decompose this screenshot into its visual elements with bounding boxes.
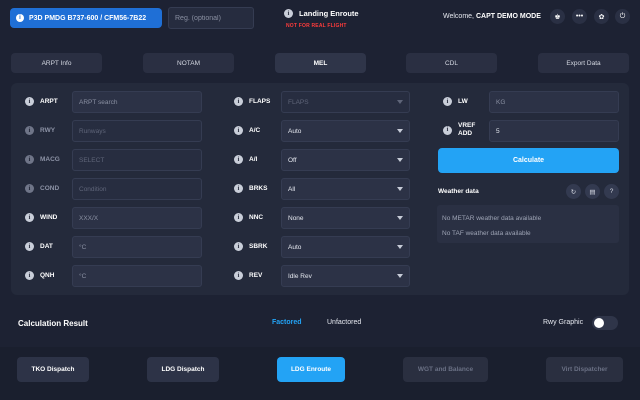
info-icon: i (25, 126, 34, 135)
arpt-label: i ARPT (25, 97, 58, 106)
info-icon[interactable]: i (234, 213, 243, 222)
tab-mel[interactable]: MEL (275, 53, 366, 73)
vref-add-input[interactable]: 5 (489, 120, 619, 142)
ai-select[interactable]: Off (281, 149, 410, 171)
chevron-down-icon (397, 187, 403, 191)
ldg-enroute-button[interactable]: LDG Enroute (277, 357, 345, 382)
weather-box: No METAR weather data available No TAF w… (437, 205, 619, 243)
brks-select[interactable]: All (281, 178, 410, 200)
sbrk-label: i SBRK (234, 242, 267, 251)
info-icon[interactable]: i (234, 126, 243, 135)
info-icon[interactable]: i (443, 125, 452, 135)
info-icon[interactable]: i (25, 271, 34, 280)
tab-export-data[interactable]: Export Data (538, 53, 629, 73)
chevron-down-icon (397, 216, 403, 220)
info-icon[interactable]: i (25, 213, 34, 222)
taf-text: No TAF weather data available (442, 230, 531, 237)
lw-label: i LW (443, 97, 468, 106)
rwy-label: i RWY (25, 126, 55, 135)
metar-text: No METAR weather data available (442, 215, 542, 222)
help-icon[interactable]: ? (604, 184, 619, 199)
warning-text: NOT FOR REAL FLIGHT (286, 23, 347, 29)
virt-dispatcher-button[interactable]: Virt Dispatcher (546, 357, 623, 382)
aircraft-label: P3D PMDG B737-600 / CFM56-7B22 (29, 14, 147, 22)
more-icon[interactable]: ••• (572, 9, 587, 24)
unfactored-toggle[interactable]: Unfactored (327, 319, 361, 326)
info-icon[interactable]: i (284, 9, 293, 18)
weather-title: Weather data (438, 188, 479, 195)
mode-title: i Landing Enroute (284, 9, 359, 18)
tab-cdl[interactable]: CDL (406, 53, 497, 73)
rwy-graphic-label: Rwy Graphic (543, 319, 584, 326)
dat-input[interactable]: °C (72, 236, 202, 258)
ai-label: i A/I (234, 155, 257, 164)
ldg-dispatch-button[interactable]: LDG Dispatch (147, 357, 219, 382)
chevron-down-icon (397, 158, 403, 162)
condition-select[interactable]: Condition (72, 178, 202, 200)
vref-add-label: i VREF ADD (443, 122, 475, 138)
info-icon: i (25, 184, 34, 193)
registration-input[interactable] (168, 7, 254, 29)
info-icon[interactable]: i (25, 97, 34, 106)
user-name: CAPT DEMO MODE (475, 13, 541, 20)
brks-label: i BRKS (234, 184, 267, 193)
chevron-down-icon (397, 129, 403, 133)
info-icon[interactable]: i (25, 242, 34, 251)
info-icon[interactable]: i (234, 271, 243, 280)
tko-dispatch-button[interactable]: TKO Dispatch (17, 357, 89, 382)
wind-input[interactable]: XXX/X (72, 207, 202, 229)
wind-label: i WIND (25, 213, 57, 222)
mode-title-text: Landing Enroute (299, 9, 359, 18)
chevron-down-icon (397, 100, 403, 104)
chevron-down-icon (397, 245, 403, 249)
runway-select[interactable]: Runways (72, 120, 202, 142)
calculation-result-title: Calculation Result (18, 319, 88, 328)
info-icon[interactable]: i (234, 155, 243, 164)
info-icon[interactable]: i (234, 97, 243, 106)
qnh-label: i QNH (25, 271, 54, 280)
tab-arpt-info[interactable]: ARPT Info (11, 53, 102, 73)
cond-label: i COND (25, 184, 59, 193)
welcome-prefix: Welcome, (443, 13, 474, 20)
nnc-label: i NNC (234, 213, 263, 222)
tab-notam[interactable]: NOTAM (143, 53, 234, 73)
info-icon: i (25, 155, 34, 164)
factored-toggle[interactable]: Factored (272, 319, 302, 326)
rev-label: i REV (234, 271, 262, 280)
ac-label: i A/C (234, 126, 260, 135)
welcome-text: Welcome, CAPT DEMO MODE (443, 13, 541, 20)
arpt-search-input[interactable]: ARPT search (72, 91, 202, 113)
macg-select[interactable]: SELECT (72, 149, 202, 171)
qnh-input[interactable]: °C (72, 265, 202, 287)
info-icon[interactable]: i (443, 97, 452, 106)
wgt-balance-button[interactable]: WGT and Balance (403, 357, 488, 382)
aircraft-selector-button[interactable]: i P3D PMDG B737-600 / CFM56-7B22 (10, 8, 162, 28)
flaps-select[interactable]: FLAPS (281, 91, 410, 113)
settings-icon[interactable]: ✿ (594, 9, 609, 24)
refresh-icon[interactable]: ↻ (566, 184, 581, 199)
sbrk-select[interactable]: Auto (281, 236, 410, 258)
printer-icon[interactable]: ▤ (585, 184, 600, 199)
rwy-graphic-switch[interactable] (592, 316, 618, 330)
trophy-icon[interactable]: ♚ (550, 9, 565, 24)
landing-weight-input[interactable]: KG (489, 91, 619, 113)
dat-label: i DAT (25, 242, 53, 251)
flaps-label: i FLAPS (234, 97, 270, 106)
ac-select[interactable]: Auto (281, 120, 410, 142)
info-icon: i (16, 14, 24, 22)
nnc-select[interactable]: None (281, 207, 410, 229)
logout-icon[interactable]: ⏻ (615, 9, 630, 24)
calculate-button[interactable]: Calculate (438, 148, 619, 173)
info-icon[interactable]: i (234, 184, 243, 193)
rev-select[interactable]: Idle Rev (281, 265, 410, 287)
chevron-down-icon (397, 274, 403, 278)
info-icon[interactable]: i (234, 242, 243, 251)
switch-knob (594, 318, 604, 328)
macg-label: i MACG (25, 155, 60, 164)
